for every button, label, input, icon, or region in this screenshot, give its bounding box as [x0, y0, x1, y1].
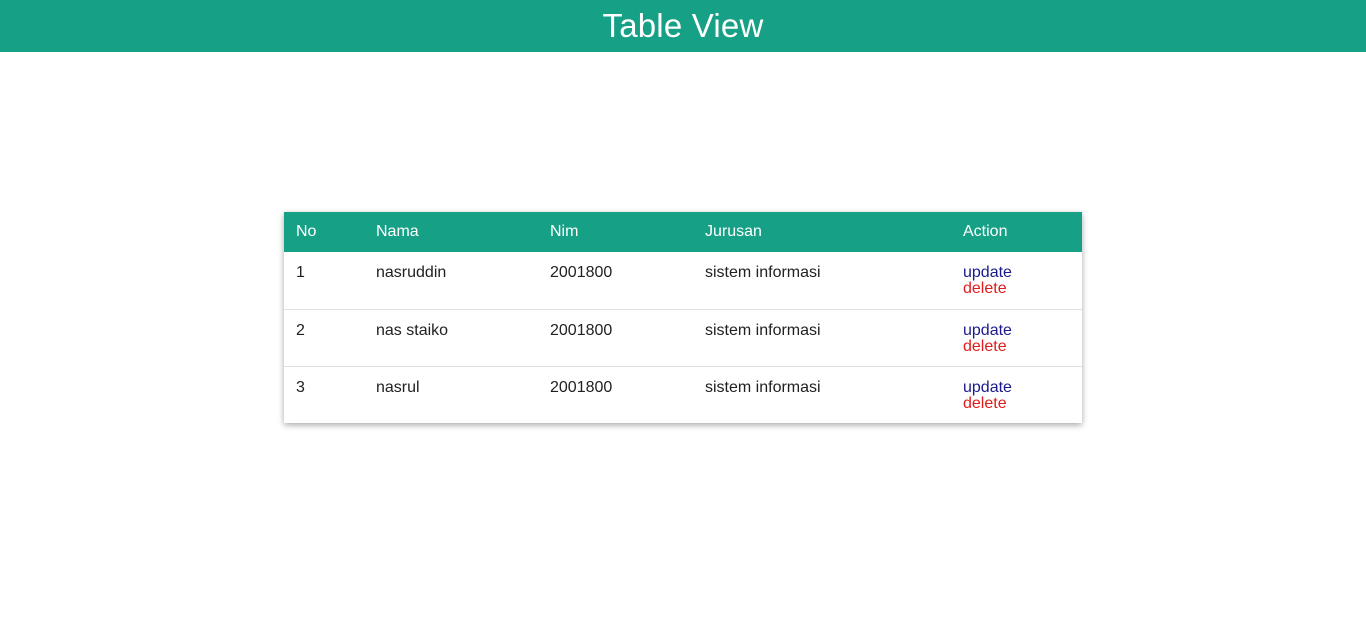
cell-no: 1	[296, 264, 305, 281]
delete-link[interactable]: delete	[963, 395, 1082, 412]
data-table: No Nama Nim Jurusan Action 1 nasruddin 2…	[284, 212, 1082, 423]
cell-no: 2	[296, 321, 305, 339]
header-bar: Table View	[0, 0, 1366, 52]
cell-action: update delete	[951, 309, 1082, 366]
table-header-row: No Nama Nim Jurusan Action	[284, 212, 1082, 252]
data-table-card: No Nama Nim Jurusan Action 1 nasruddin 2…	[284, 212, 1082, 423]
table-row: 1 nasruddin 2001800 sistem informasi upd…	[284, 252, 1082, 309]
cell-no: 3	[296, 378, 305, 396]
cell-nama: nas staiko	[376, 321, 449, 339]
update-link[interactable]: update	[963, 379, 1082, 396]
column-header-jurusan: Jurusan	[705, 223, 762, 240]
cell-action: update delete	[951, 366, 1082, 423]
cell-nama: nasrul	[376, 378, 420, 396]
cell-jurusan: sistem informasi	[705, 321, 821, 339]
column-header-action: Action	[963, 223, 1008, 240]
table-row: 3 nasrul 2001800 sistem informasi update…	[284, 366, 1082, 423]
cell-action: update delete	[951, 252, 1082, 309]
cell-nim: 2001800	[550, 264, 613, 281]
table-row: 2 nas staiko 2001800 sistem informasi up…	[284, 309, 1082, 366]
column-header-nim: Nim	[550, 223, 579, 240]
page-title: Table View	[602, 7, 764, 44]
cell-nim: 2001800	[550, 321, 613, 339]
cell-nama: nasruddin	[376, 264, 447, 281]
cell-nim: 2001800	[550, 378, 613, 396]
column-header-nama: Nama	[376, 223, 419, 240]
delete-link[interactable]: delete	[963, 281, 1082, 297]
column-header-no: No	[296, 223, 317, 240]
delete-link[interactable]: delete	[963, 338, 1082, 355]
update-link[interactable]: update	[963, 265, 1082, 281]
cell-jurusan: sistem informasi	[705, 378, 821, 396]
cell-jurusan: sistem informasi	[705, 264, 821, 281]
update-link[interactable]: update	[963, 322, 1082, 339]
